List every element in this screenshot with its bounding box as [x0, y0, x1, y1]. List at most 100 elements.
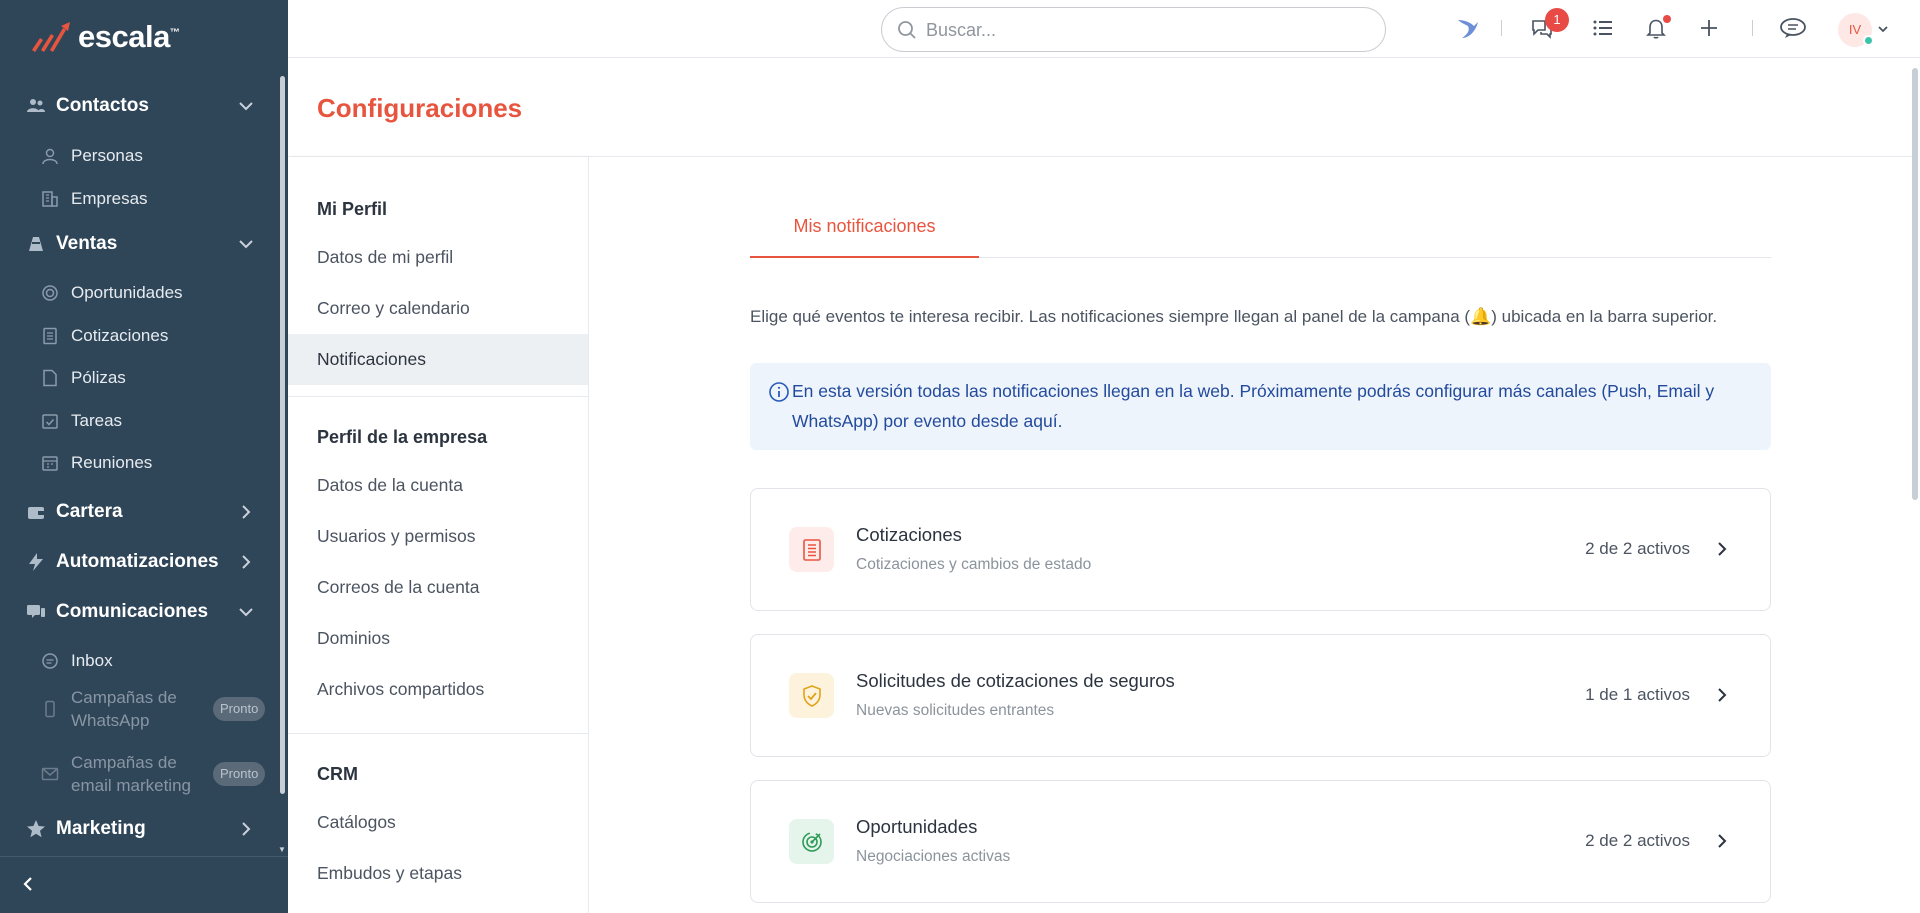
settings-item-notificaciones[interactable]: Notificaciones: [288, 334, 588, 385]
card-subtitle: Negociaciones activas: [856, 848, 1011, 865]
settings-item-usuarios-permisos[interactable]: Usuarios y permisos: [288, 511, 588, 562]
sidebar-item-label: Reuniones: [71, 453, 153, 472]
sidebar-item-label: Personas: [71, 146, 143, 165]
sidebar-item-label: Inbox: [71, 651, 113, 670]
building-icon: [40, 189, 60, 209]
sidebar-group-comunicaciones[interactable]: Comunicaciones: [0, 590, 278, 634]
support-chat-icon[interactable]: [1778, 13, 1808, 43]
notification-card-cotizaciones[interactable]: Cotizaciones Cotizaciones y cambios de e…: [750, 488, 1771, 611]
sidebar-group-label: Contactos: [56, 95, 149, 116]
settings-section-heading: CRM: [317, 764, 358, 784]
online-status-dot: [1863, 35, 1874, 46]
info-text: En esta versión todas las notificaciones…: [792, 381, 1715, 431]
notifications-content: Mis notificaciones Elige qué eventos te …: [589, 157, 1913, 913]
sidebar-item-oportunidades[interactable]: Oportunidades: [0, 273, 278, 313]
sidebar-item-tareas[interactable]: Tareas: [0, 401, 278, 441]
settings-item-datos-perfil[interactable]: Datos de mi perfil: [288, 232, 588, 283]
sidebar-nav: Contactos Personas Empresas Ventas Oport…: [0, 80, 278, 850]
sidebar-group-cartera[interactable]: Cartera: [0, 490, 278, 534]
sidebar-item-reuniones[interactable]: Reuniones: [0, 443, 278, 483]
settings-item-correos-cuenta[interactable]: Correos de la cuenta: [288, 562, 588, 613]
list-icon[interactable]: [1588, 13, 1618, 43]
plus-icon[interactable]: [1694, 13, 1724, 43]
person-icon: [40, 146, 60, 166]
document-icon: [40, 326, 60, 346]
settings-item-archivos-compartidos[interactable]: Archivos compartidos: [288, 664, 588, 715]
info-icon: [769, 382, 789, 402]
coming-soon-badge: Pronto: [213, 697, 266, 721]
sidebar-group-label: Comunicaciones: [56, 601, 209, 622]
page-scrollbar[interactable]: [1912, 68, 1918, 500]
settings-item-dominios[interactable]: Dominios: [288, 613, 588, 664]
notification-dot: [1663, 15, 1671, 23]
sidebar-item-empresas[interactable]: Empresas: [0, 179, 278, 219]
sidebar-item-campanas-email[interactable]: Campañas de email marketing Pronto: [0, 749, 278, 799]
sidebar-item-label: Oportunidades: [71, 283, 183, 302]
sidebar-item-label: Campañas de WhatsApp: [71, 688, 177, 730]
target-icon: [789, 819, 834, 864]
search-bar[interactable]: [881, 7, 1386, 52]
topbar-separator: [1752, 20, 1753, 36]
sidebar-group-marketing[interactable]: Marketing: [0, 807, 278, 850]
settings-section-heading: Perfil de la empresa: [317, 427, 488, 447]
brand-name: escala™: [78, 19, 180, 54]
sidebar-item-cotizaciones[interactable]: Cotizaciones: [0, 316, 278, 356]
tab-bar: Mis notificaciones: [750, 197, 1771, 258]
document-icon: [789, 527, 834, 572]
escala-logo-icon: [32, 22, 70, 52]
sidebar-item-personas[interactable]: Personas: [0, 136, 278, 176]
card-title: Cotizaciones: [856, 524, 962, 545]
chevron-down-icon: [239, 240, 253, 249]
lightning-icon: [24, 550, 48, 574]
card-title: Solicitudes de cotizaciones de seguros: [856, 670, 1175, 691]
sidebar-group-ventas[interactable]: Ventas: [0, 222, 278, 266]
sidebar-item-polizas[interactable]: Pólizas: [0, 358, 278, 398]
chevron-right-icon: [1718, 834, 1727, 848]
wallet-icon: [24, 500, 48, 524]
notification-card-solicitudes[interactable]: Solicitudes de cotizaciones de seguros N…: [750, 634, 1771, 757]
tab-mis-notificaciones[interactable]: Mis notificaciones: [750, 197, 979, 258]
chevron-right-icon: [1718, 688, 1727, 702]
card-title: Oportunidades: [856, 816, 978, 837]
collapse-sidebar-button[interactable]: [14, 870, 42, 898]
phone-icon: [40, 699, 60, 719]
inbox-icon: [40, 651, 60, 671]
sidebar-group-label: Cartera: [56, 501, 123, 522]
page-title: Configuraciones: [317, 93, 523, 123]
sidebar-group-label: Ventas: [56, 233, 118, 254]
brand-logo[interactable]: escala™: [28, 18, 180, 56]
chat-count-badge: 1: [1545, 8, 1569, 32]
info-banner: En esta versión todas las notificaciones…: [750, 363, 1771, 450]
star-icon: [24, 817, 48, 841]
chevron-down-icon: [239, 102, 253, 111]
checkbox-calendar-icon: [40, 411, 60, 431]
settings-item-correo-calendario[interactable]: Correo y calendario: [288, 283, 588, 334]
sidebar-group-automatizaciones[interactable]: Automatizaciones: [0, 540, 278, 584]
file-icon: [40, 368, 60, 388]
chevron-right-icon: [1718, 542, 1727, 556]
sidebar-group-label: Marketing: [56, 818, 146, 839]
card-status: 2 de 2 activos: [1585, 831, 1690, 850]
chevron-right-icon: [242, 555, 251, 569]
topbar: [288, 0, 1920, 58]
sales-icon: [24, 232, 48, 256]
settings-item-catalogos[interactable]: Catálogos: [288, 797, 588, 848]
shield-check-icon: [789, 673, 834, 718]
sidebar-group-contactos[interactable]: Contactos: [0, 84, 278, 128]
card-subtitle: Cotizaciones y cambios de estado: [856, 556, 1092, 573]
sidebar-item-label: Cotizaciones: [71, 326, 169, 345]
search-input[interactable]: [926, 16, 1366, 44]
sidebar-item-inbox[interactable]: Inbox: [0, 641, 278, 681]
chevron-down-icon: [239, 608, 253, 617]
settings-item-embudos-etapas[interactable]: Embudos y etapas: [288, 848, 588, 899]
card-status: 1 de 1 activos: [1585, 685, 1690, 704]
coming-soon-badge: Pronto: [213, 762, 266, 786]
settings-item-datos-cuenta[interactable]: Datos de la cuenta: [288, 460, 588, 511]
scroll-down-arrow-icon[interactable]: ▼: [278, 845, 288, 854]
sidebar-item-label: Tareas: [71, 411, 123, 430]
notification-card-oportunidades[interactable]: Oportunidades Negociaciones activas 2 de…: [750, 780, 1771, 903]
bird-logo-icon[interactable]: [1453, 13, 1483, 43]
sidebar-scrollbar[interactable]: [280, 76, 285, 794]
sidebar-item-campanas-whatsapp[interactable]: Campañas de WhatsApp Pronto: [0, 684, 278, 734]
chevron-down-icon[interactable]: [1876, 22, 1890, 36]
